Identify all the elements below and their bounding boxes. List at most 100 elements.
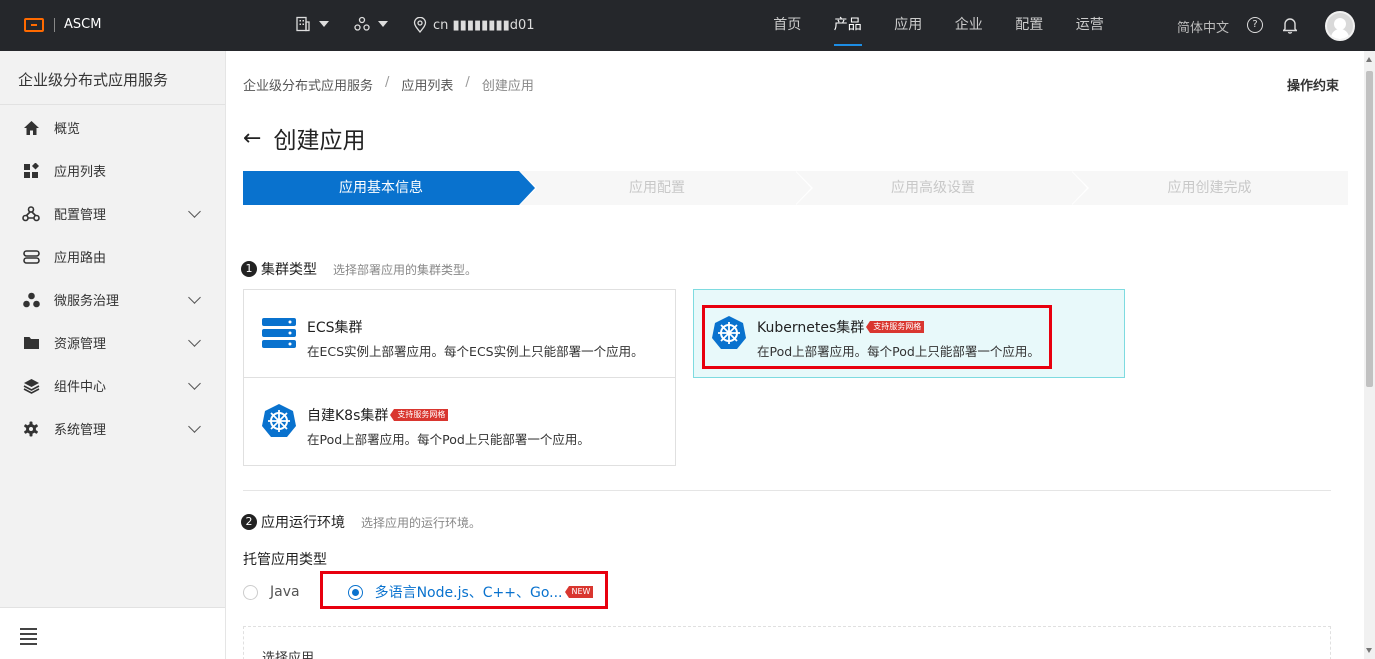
radio-java-label[interactable]: Java (270, 584, 300, 600)
breadcrumb-item[interactable]: 企业级分布式应用服务 (243, 75, 373, 94)
chevron-down-icon (378, 21, 388, 27)
step-label: 应用配置 (629, 180, 685, 196)
chevron-down-icon (188, 291, 201, 304)
chevron-down-icon (319, 21, 329, 27)
step-label: 应用基本信息 (339, 180, 423, 196)
card-description: 在Pod上部署应用。每个Pod上只能部署一个应用。 (307, 432, 590, 447)
cluster-card-ecs[interactable]: ECS集群 在ECS实例上部署应用。每个ECS实例上只能部署一个应用。 (243, 289, 676, 378)
back-arrow-icon[interactable]: ← (243, 126, 261, 151)
collapse-sidebar-icon[interactable] (20, 628, 37, 645)
sidebar-item-resource-management[interactable]: 资源管理 (0, 321, 225, 364)
cluster-type-section-header: 1 集群类型 选择部署应用的集群类型。 (241, 259, 477, 279)
sidebar-item-config-management[interactable]: 配置管理 (0, 192, 225, 235)
step-3: 应用高级设置 (795, 171, 1089, 205)
logo-divider (54, 17, 55, 32)
sidebar-item-label: 配置管理 (54, 208, 107, 223)
nav-apps[interactable]: 应用 (878, 0, 939, 51)
step-1: 应用基本信息 (243, 171, 537, 205)
region-name: cn ▮▮▮▮▮▮▮▮d01 (433, 17, 535, 33)
nav-operations[interactable]: 运营 (1060, 0, 1121, 51)
radio-java[interactable] (243, 584, 258, 600)
help-icon[interactable]: ? (1247, 17, 1263, 33)
cluster-card-self-built-k8s[interactable]: 自建K8s集群 支持服务网格 在Pod上部署应用。每个Pod上只能部署一个应用。 (243, 377, 676, 466)
select-app-panel: 选择应用 (243, 626, 1331, 659)
sidebar-item-component-center[interactable]: 组件中心 (0, 364, 225, 407)
top-nav: 首页 产品 应用 企业 配置 运营 (757, 0, 1120, 51)
sidebar-item-system-management[interactable]: 系统管理 (0, 407, 225, 450)
highlight-box (702, 305, 1052, 369)
chevron-down-icon (188, 420, 201, 433)
step-number-badge: 1 (241, 261, 257, 277)
section-subtitle: 选择部署应用的集群类型。 (333, 262, 478, 277)
scrollbar-thumb[interactable] (1366, 71, 1373, 387)
sidebar-item-label: 概览 (54, 122, 81, 137)
operation-constraints-link[interactable]: 操作约束 (1287, 75, 1339, 94)
sidebar-item-label: 应用列表 (54, 165, 107, 180)
server-icon (262, 318, 296, 348)
nav-home[interactable]: 首页 (757, 0, 818, 51)
sidebar-item-label: 资源管理 (54, 337, 107, 352)
card-title-text: 自建K8s集群 (307, 408, 389, 424)
scroll-down-arrow-icon[interactable] (1366, 648, 1372, 653)
microservice-icon (22, 291, 40, 309)
nav-products[interactable]: 产品 (818, 0, 879, 51)
resource-set-selector[interactable] (354, 16, 388, 32)
main-content: 企业级分布式应用服务 / 应用列表 / 创建应用 操作约束 ← 创建应用 应用基… (226, 51, 1364, 659)
top-bar: ASCM cn ▮▮▮▮▮▮▮▮d01 首页 产品 应用 企业 配置 运营 简体… (0, 0, 1375, 51)
kubernetes-icon (262, 404, 296, 437)
bell-icon[interactable] (1283, 16, 1297, 34)
service-mesh-tag: 支持服务网格 (390, 409, 449, 421)
page-title: 创建应用 (273, 128, 366, 154)
resource-set-icon (354, 16, 370, 31)
step-label: 应用创建完成 (1167, 180, 1252, 196)
section-divider (243, 490, 1331, 491)
location-pin-icon (413, 17, 427, 33)
select-app-label: 选择应用 (262, 651, 315, 659)
section-subtitle: 选择应用的运行环境。 (361, 515, 482, 530)
sidebar-item-label: 系统管理 (54, 423, 107, 438)
folder-icon (22, 334, 40, 352)
nav-configuration[interactable]: 配置 (999, 0, 1060, 51)
layers-icon (22, 377, 40, 395)
chevron-down-icon (188, 205, 201, 218)
card-description: 在ECS实例上部署应用。每个ECS实例上只能部署一个应用。 (307, 344, 644, 359)
apps-grid-icon (22, 162, 40, 180)
home-icon (22, 119, 40, 137)
aliyun-logo-icon (24, 17, 44, 32)
user-avatar[interactable] (1325, 11, 1355, 41)
logo[interactable]: ASCM (24, 17, 101, 32)
chevron-down-icon (188, 334, 201, 347)
scroll-up-arrow-icon[interactable] (1366, 57, 1372, 62)
building-icon (296, 16, 310, 32)
breadcrumb: 企业级分布式应用服务 / 应用列表 / 创建应用 (243, 75, 534, 94)
sidebar-item-label: 微服务治理 (54, 294, 120, 309)
gear-icon (22, 420, 40, 438)
sidebar-item-microservice-governance[interactable]: 微服务治理 (0, 278, 225, 321)
card-title-text: ECS集群 (307, 320, 363, 336)
breadcrumb-current: 创建应用 (481, 79, 534, 94)
route-icon (22, 248, 40, 266)
sidebar-item-app-list[interactable]: 应用列表 (0, 149, 225, 192)
step-indicator: 应用基本信息 应用配置 应用高级设置 应用创建完成 (243, 171, 1348, 205)
breadcrumb-item[interactable]: 应用列表 (401, 75, 453, 94)
chevron-down-icon (188, 377, 201, 390)
page-header: ← 创建应用 (243, 121, 365, 155)
card-title: 自建K8s集群 支持服务网格 (307, 405, 449, 425)
page-scrollbar[interactable] (1364, 51, 1375, 659)
breadcrumb-separator: / (385, 75, 390, 90)
nav-enterprise[interactable]: 企业 (939, 0, 1000, 51)
card-title: ECS集群 (307, 317, 363, 337)
breadcrumb-separator: / (465, 75, 470, 90)
organization-selector[interactable] (295, 16, 329, 32)
hosted-app-type-label: 托管应用类型 (243, 552, 327, 568)
runtime-env-section-header: 2 应用运行环境 选择应用的运行环境。 (241, 512, 481, 532)
region-selector[interactable]: cn ▮▮▮▮▮▮▮▮d01 (413, 17, 535, 33)
language-switcher[interactable]: 简体中文 (1177, 17, 1229, 36)
sidebar-footer (0, 607, 225, 659)
logo-text: ASCM (64, 17, 102, 32)
highlight-box (320, 571, 608, 609)
step-number-badge: 2 (241, 514, 257, 530)
sidebar-item-app-routing[interactable]: 应用路由 (0, 235, 225, 278)
sidebar-item-overview[interactable]: 概览 (0, 106, 225, 149)
sidebar: 企业级分布式应用服务 概览 应用列表 配置管理 应用路由 微服务治理 资源管理 … (0, 51, 226, 659)
